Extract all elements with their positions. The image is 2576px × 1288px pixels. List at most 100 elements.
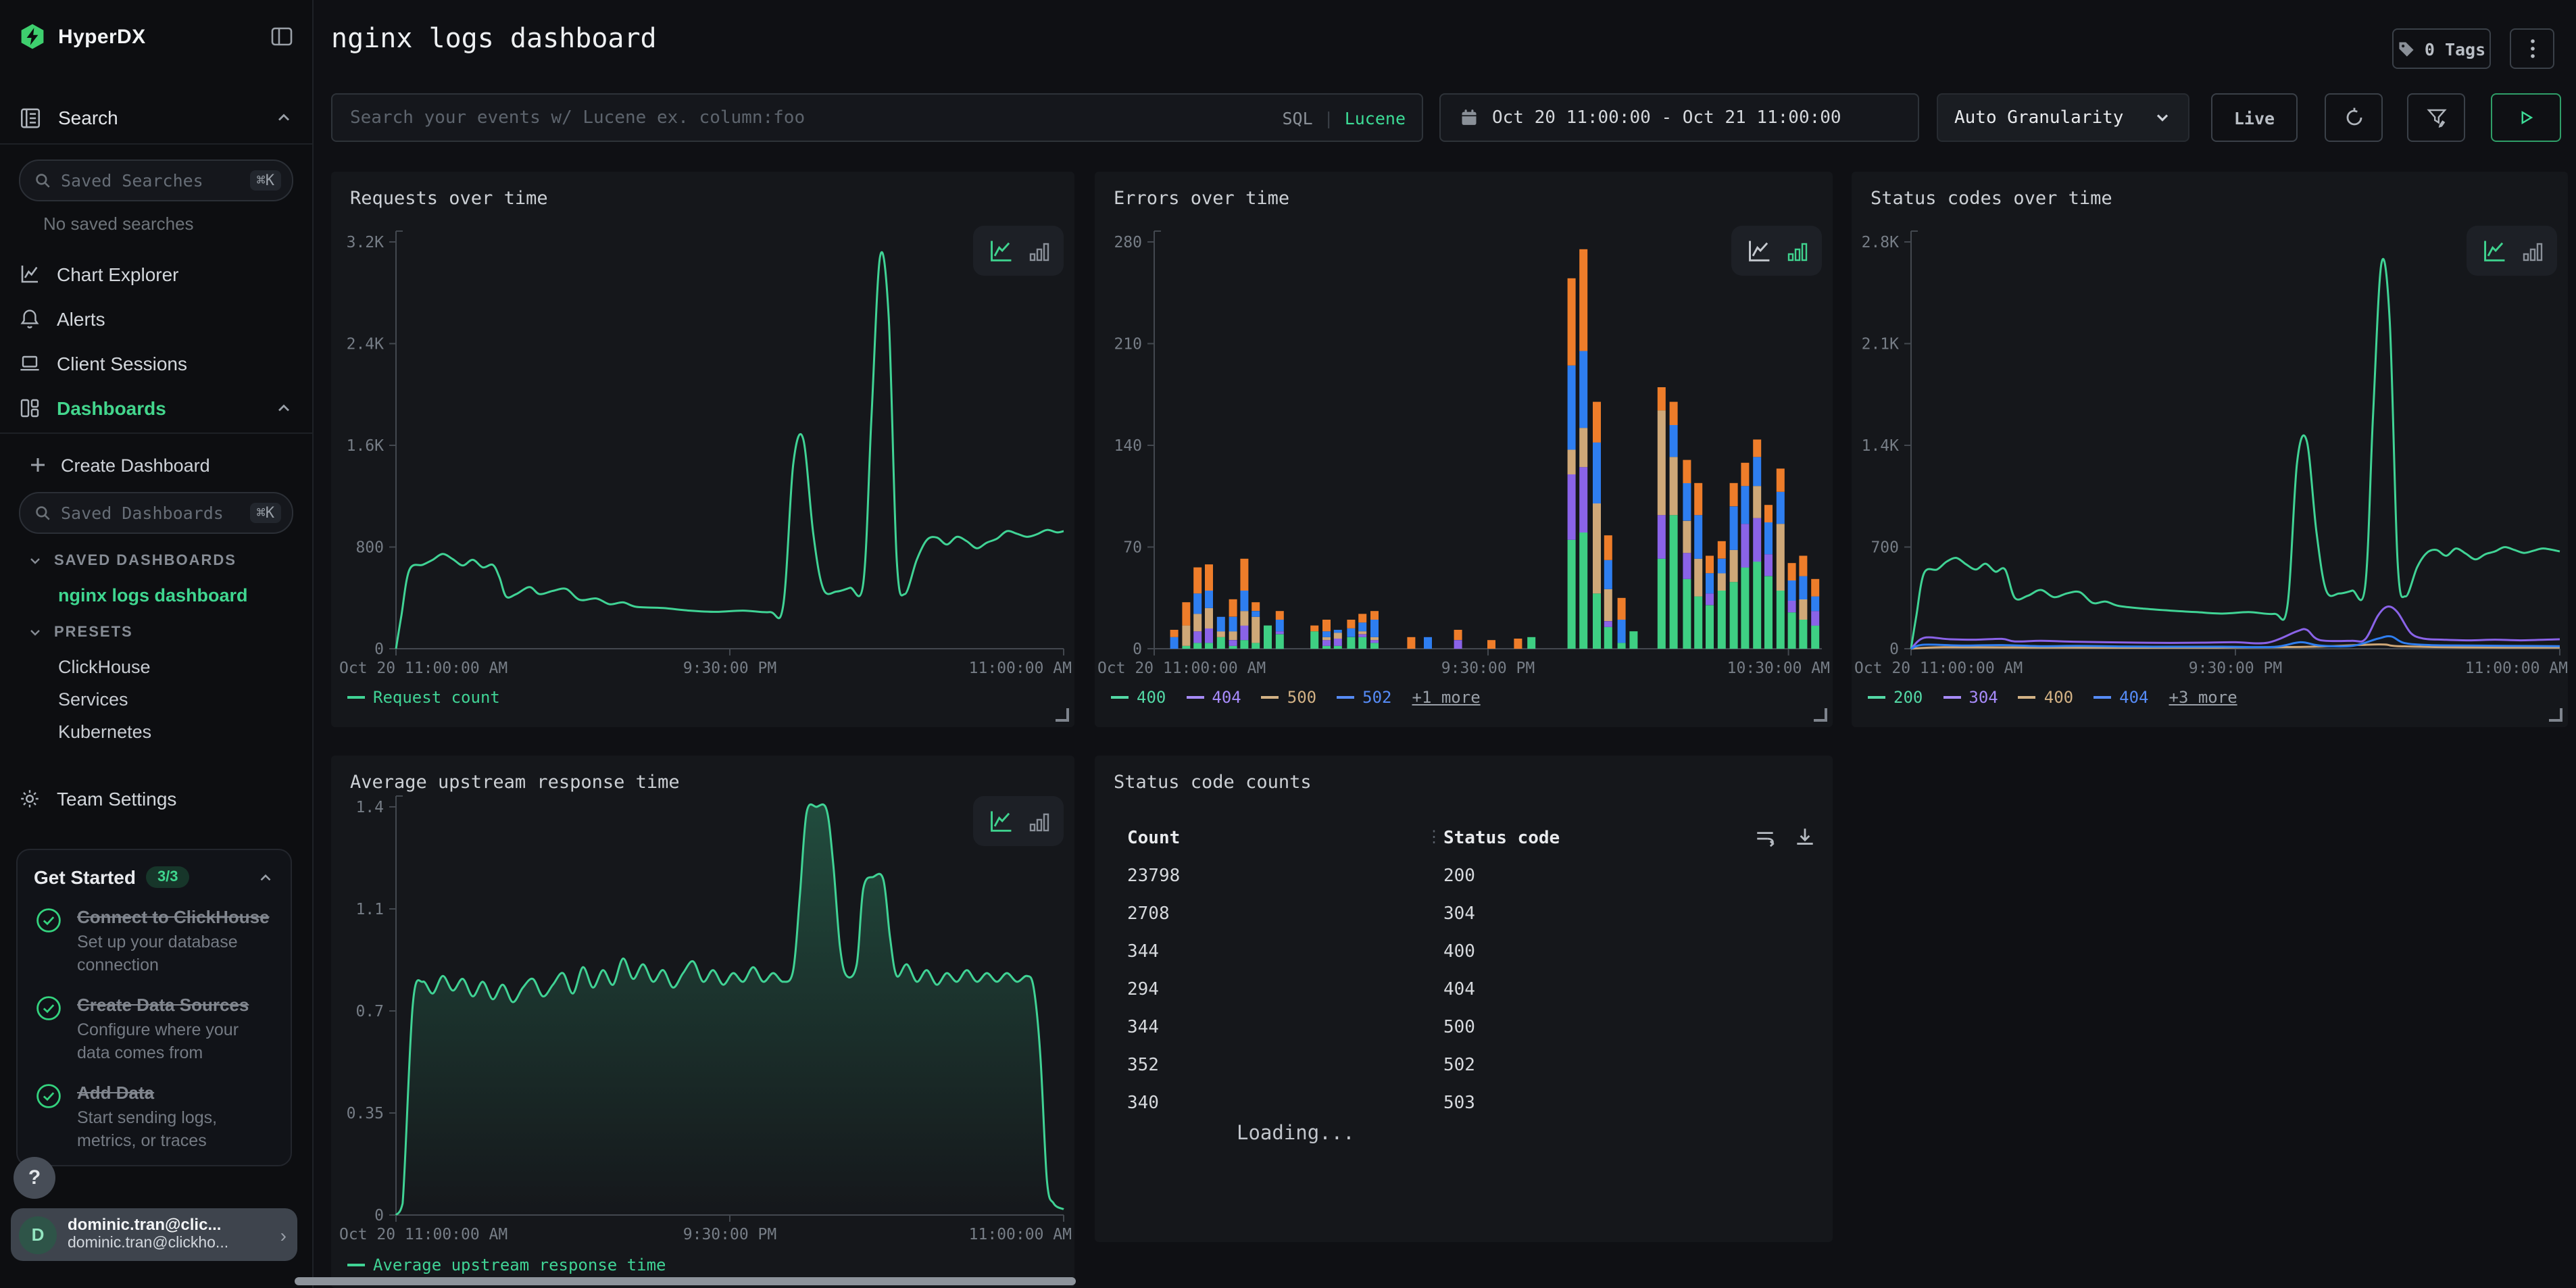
sidebar-item-search[interactable]: Search — [0, 97, 312, 138]
legend-item[interactable]: 200 — [1868, 688, 1923, 707]
sidebar-item-client-sessions[interactable]: Client Sessions — [0, 341, 312, 385]
legend-item[interactable]: 404 — [2094, 688, 2148, 707]
sidebar-item-nginx-logs-dashboard[interactable]: nginx logs dashboard — [0, 577, 312, 612]
saved-searches-input[interactable]: Saved Searches ⌘K — [19, 159, 293, 201]
svg-text:9:30:00 PM: 9:30:00 PM — [1441, 660, 1535, 677]
svg-text:700: 700 — [1871, 539, 1899, 557]
chevron-up-icon[interactable] — [257, 868, 274, 886]
saved-dashboards-input[interactable]: Saved Dashboards ⌘K — [19, 492, 293, 534]
event-search-input[interactable]: Search your events w/ Lucene ex. column:… — [331, 93, 1423, 142]
sql-toggle[interactable]: SQL — [1282, 107, 1312, 128]
step-title: Add Data — [77, 1083, 154, 1103]
bar-chart-icon[interactable] — [1028, 240, 1049, 262]
presets-header[interactable]: PRESETS — [0, 618, 312, 647]
column-header-count[interactable]: Count — [1127, 828, 1180, 849]
refresh-button[interactable] — [2325, 93, 2383, 142]
svg-text:800: 800 — [355, 539, 384, 557]
sidebar-item-team-settings[interactable]: Team Settings — [0, 776, 312, 820]
sidebar-item-alerts[interactable]: Alerts — [0, 296, 312, 341]
user-menu[interactable]: D dominic.tran@clic... dominic.tran@clic… — [11, 1208, 297, 1261]
get-started-step-add-data[interactable]: Add Data Start sending logs, metrics, or… — [34, 1081, 274, 1151]
bar-chart-icon[interactable] — [1786, 240, 1808, 262]
legend-more-link[interactable]: +3 more — [2169, 688, 2237, 707]
sort-icon[interactable] — [1754, 826, 1777, 849]
bar-chart-icon[interactable] — [1028, 810, 1049, 832]
errors-chart[interactable]: 070140210280Oct 20 11:00:00 AM9:30:00 PM… — [1095, 172, 1833, 727]
table-row: 340503 — [1095, 1085, 1833, 1123]
legend-item[interactable]: Average upstream response time — [347, 1256, 666, 1274]
line-chart-icon[interactable] — [1745, 237, 1773, 264]
download-icon[interactable] — [1793, 826, 1816, 849]
line-chart-icon[interactable] — [987, 808, 1014, 835]
table-row: 344400 — [1095, 934, 1833, 972]
chevron-down-icon — [27, 553, 43, 569]
app-window: HyperDX Search Saved Searches ⌘K — [0, 0, 2576, 1288]
sidebar-item-services[interactable]: Services — [0, 683, 312, 715]
sidebar-item-kubernetes[interactable]: Kubernetes — [0, 715, 312, 747]
bar-chart-icon[interactable] — [2521, 240, 2543, 262]
legend-item[interactable]: 500 — [1262, 688, 1316, 707]
panel-menu-button[interactable] — [2510, 28, 2554, 69]
table-row: 352502 — [1095, 1047, 1833, 1085]
laptop-icon — [19, 352, 41, 374]
help-button[interactable]: ? — [14, 1157, 55, 1199]
step-desc: Start sending logs, metrics, or traces — [77, 1107, 274, 1151]
chart-type-toggle — [2467, 226, 2557, 276]
line-chart-icon[interactable] — [2481, 237, 2508, 264]
table-row: 2708304 — [1095, 896, 1833, 934]
kebab-menu-icon — [2529, 38, 2535, 59]
status-codes-chart[interactable]: 07001.4K2.1K2.8KOct 20 11:00:00 AM9:30:0… — [1852, 172, 2568, 727]
drag-handle-icon[interactable]: ⋮ — [1426, 827, 1441, 846]
column-header-status-code[interactable]: Status code — [1443, 828, 1560, 849]
legend-item[interactable]: 400 — [1111, 688, 1166, 707]
requests-chart[interactable]: 08001.6K2.4K3.2KOct 20 11:00:00 AM9:30:0… — [331, 172, 1074, 727]
chevron-up-icon — [274, 108, 293, 127]
time-range-picker[interactable]: Oct 20 11:00:00 - Oct 21 11:00:00 — [1439, 93, 1919, 142]
search-icon — [34, 172, 51, 189]
live-button[interactable]: Live — [2211, 93, 2298, 142]
avg-upstream-chart[interactable]: 00.350.71.11.4Oct 20 11:00:00 AM9:30:00 … — [331, 756, 1074, 1288]
svg-text:0.7: 0.7 — [355, 1003, 384, 1020]
get-started-step-connect[interactable]: Connect to ClickHouse Set up your databa… — [34, 906, 274, 976]
create-dashboard-button[interactable]: Create Dashboard — [0, 446, 312, 484]
tags-button[interactable]: 0 Tags — [2392, 28, 2491, 69]
legend-item[interactable]: 404 — [1186, 688, 1241, 707]
cell-count: 294 — [1127, 972, 1159, 1010]
legend-item[interactable]: 304 — [1943, 688, 1998, 707]
resize-handle[interactable] — [1814, 708, 1827, 722]
cell-status-code: 304 — [1443, 896, 1475, 934]
get-started-step-datasources[interactable]: Create Data Sources Configure where your… — [34, 993, 274, 1064]
panel-average-upstream-response-time: Average upstream response time 00.350.71… — [331, 756, 1074, 1288]
saved-dashboards-header[interactable]: SAVED DASHBOARDS — [0, 546, 312, 576]
svg-text:9:30:00 PM: 9:30:00 PM — [683, 1226, 776, 1243]
run-query-button[interactable] — [2491, 93, 2561, 142]
horizontal-scrollbar-thumb[interactable] — [295, 1277, 1076, 1285]
sidebar-collapse-icon[interactable] — [270, 26, 293, 47]
step-title: Connect to ClickHouse — [77, 907, 270, 927]
svg-text:0: 0 — [1889, 641, 1899, 658]
legend-item[interactable]: 400 — [2018, 688, 2073, 707]
resize-handle[interactable] — [2549, 708, 2562, 722]
granularity-select[interactable]: Auto Granularity — [1937, 93, 2189, 142]
legend-more-link[interactable]: +1 more — [1412, 688, 1481, 707]
legend-item[interactable]: 502 — [1337, 688, 1391, 707]
resize-handle[interactable] — [1056, 708, 1069, 722]
table-title: Status code counts — [1114, 772, 1312, 793]
chart-type-toggle — [973, 226, 1064, 276]
filter-edit-button[interactable] — [2407, 93, 2465, 142]
divider — [0, 143, 312, 145]
step-desc: Set up your database connection — [77, 931, 274, 976]
section-label: SAVED DASHBOARDS — [54, 553, 237, 569]
sidebar-item-dashboards[interactable]: Dashboards — [0, 385, 312, 430]
sidebar-item-chart-explorer[interactable]: Chart Explorer — [0, 251, 312, 296]
sidebar-item-clickhouse[interactable]: ClickHouse — [0, 650, 312, 683]
calendar-icon — [1460, 108, 1479, 127]
legend-item[interactable]: Request count — [347, 688, 500, 707]
lucene-toggle[interactable]: Lucene — [1345, 107, 1406, 128]
table-row: 344500 — [1095, 1010, 1833, 1047]
panel-errors-over-time: Errors over time 070140210280Oct 20 11:0… — [1095, 172, 1833, 727]
user-email: dominic.tran@clickho... — [68, 1235, 270, 1253]
line-chart-icon[interactable] — [987, 237, 1014, 264]
sidebar-item-label: Client Sessions — [57, 352, 293, 374]
sidebar-item-label: Search — [58, 107, 258, 128]
